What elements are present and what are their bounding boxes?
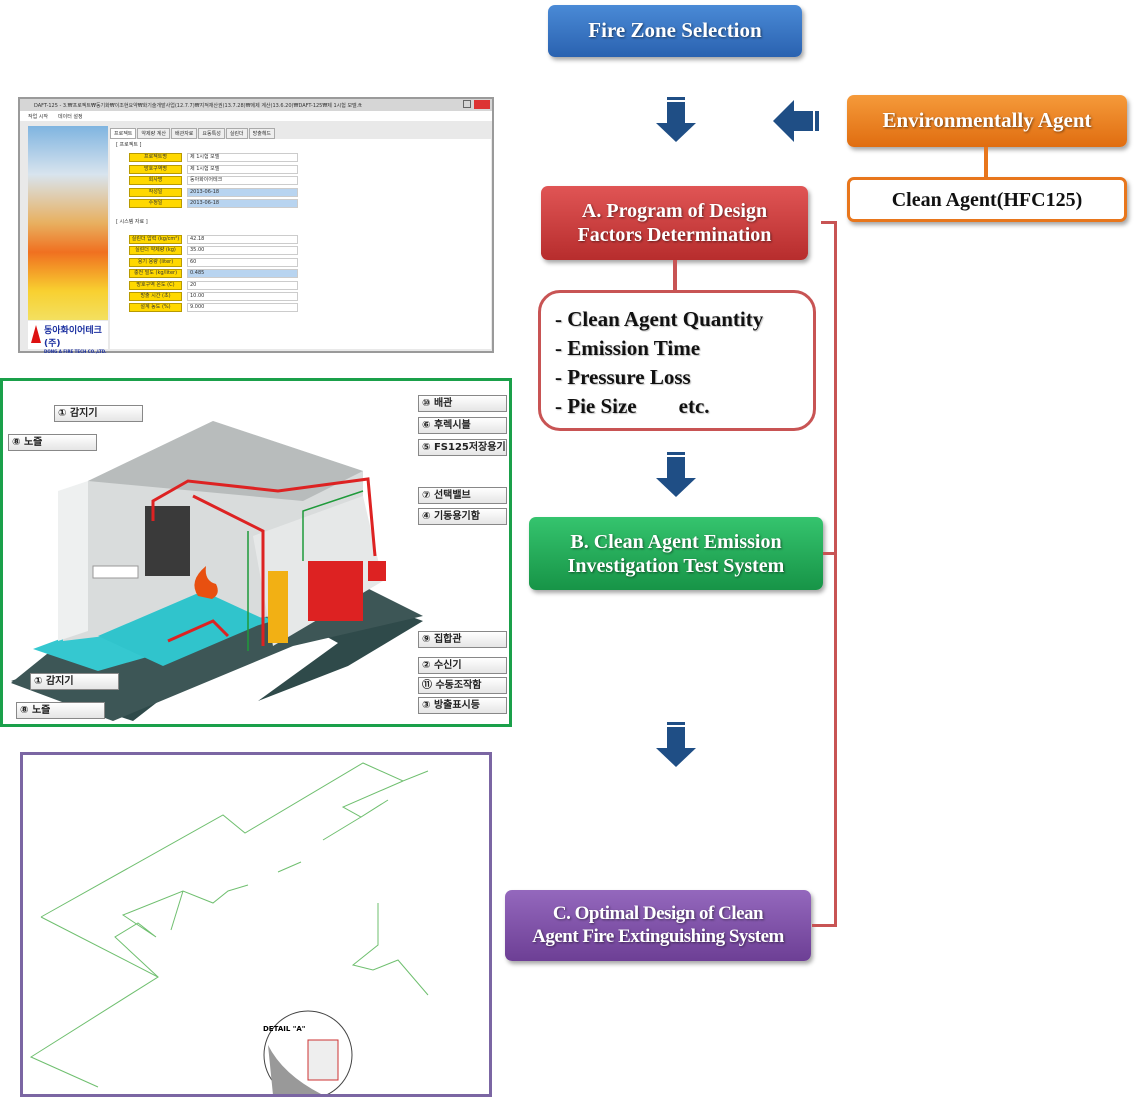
field-input[interactable]: 10.00 — [187, 292, 298, 301]
tab-project[interactable]: 프로젝트 — [110, 128, 137, 139]
step-b-box: B. Clean Agent Emission Investigation Te… — [529, 517, 823, 590]
step-b-line-1: B. Clean Agent Emission — [570, 530, 782, 553]
field-input[interactable]: 9.000 — [187, 303, 298, 312]
feedback-bracket — [823, 552, 837, 555]
component-label: ⑩ 배관 — [418, 395, 507, 412]
component-label: ⑤ FS125저장용기 — [418, 439, 507, 456]
feedback-bracket — [812, 924, 837, 927]
arrow-down-icon — [656, 452, 696, 497]
field-label: 충전 밀도 (kg/liter) — [129, 269, 182, 278]
tab-flow[interactable]: 요동특성 — [198, 128, 225, 139]
field-input[interactable]: 42.18 — [187, 235, 298, 244]
test-system-diagram: ① 감지기 ⑧ 노즐 ⑩ 배관 ⑥ 후렉시블 ⑤ FS125저장용기 ⑦ 선택밸브 ④ 기동… — [0, 378, 512, 727]
piping-lines: DETAIL "A" — [29, 762, 429, 1094]
component-label: ① 감지기 — [30, 673, 119, 690]
component-label: ⑦ 선택밸브 — [418, 487, 507, 504]
tab-cylinder[interactable]: 실린더 — [225, 128, 248, 139]
company-logo: 동아화이어테크(주) DONG A FIRE TECH CO.,LTD. — [28, 321, 108, 354]
connector-line — [673, 260, 677, 291]
field-label: 실린더 약제량 (kg) — [129, 246, 182, 255]
step-c-box: C. Optimal Design of Clean Agent Fire Ex… — [505, 890, 811, 961]
menu-data-settings[interactable]: 데이터 설정 — [58, 113, 83, 120]
detail-label: DETAIL "A" — [263, 1025, 305, 1033]
component-label: ⑨ 집합관 — [418, 631, 507, 648]
component-label: ③ 방출표시등 — [418, 697, 507, 714]
arrow-left-icon — [773, 100, 819, 142]
logo-text: 동아화이어테크(주) — [44, 326, 102, 349]
factor-item: - Pressure Loss — [555, 365, 691, 389]
design-program-window: DAFT-125 - 3.₩프로젝트₩동기화₩이조현요약₩화기술개발사업(12.… — [18, 97, 494, 354]
field-label: 용기 용량 (liter) — [129, 258, 182, 267]
field-label: 방출 시간 (초) — [129, 292, 182, 301]
fire-zone-label: Fire Zone Selection — [588, 18, 762, 43]
window-controls — [452, 100, 490, 109]
menu-start[interactable]: 작업 시작 — [28, 113, 48, 120]
environmentally-agent-label: Environmentally Agent — [882, 108, 1092, 133]
field-input[interactable]: 2013-06-18 — [187, 188, 298, 197]
step-c-line-2: Agent Fire Extinguishing System — [532, 925, 784, 947]
tab-bar: 프로젝트 약제량 계산 배관자료 요동특성 실린더 방출헤드 — [110, 128, 276, 139]
tab-agent-quantity[interactable]: 약제량 계산 — [137, 128, 170, 139]
field-input[interactable]: 20 — [187, 281, 298, 290]
field-input[interactable]: 제 1시험 모델 — [187, 165, 298, 174]
arrow-down-icon — [656, 722, 696, 767]
field-label: 방호구역명 — [129, 165, 182, 174]
field-input[interactable]: 제 1시험 모델 — [187, 153, 298, 162]
factor-item: - Clean Agent Quantity — [555, 307, 764, 331]
volume-select[interactable]: 60 — [187, 258, 298, 267]
field-input[interactable]: 0.485 — [187, 269, 298, 278]
clean-agent-label: Clean Agent(HFC125) — [891, 188, 1083, 211]
logo-subtext: DONG A FIRE TECH CO.,LTD. — [44, 349, 107, 354]
tab-piping[interactable]: 배관자료 — [171, 128, 198, 139]
component-label: ④ 기동용기함 — [418, 508, 507, 525]
factor-item: - Emission Time — [555, 336, 701, 360]
fire-zone-selection-box: Fire Zone Selection — [548, 5, 802, 57]
step-a-box: A. Program of Design Factors Determinati… — [541, 186, 808, 260]
feedback-bracket — [834, 221, 837, 927]
field-input[interactable]: 2013-06-18 — [187, 199, 298, 208]
piping-isometric-drawing: DETAIL "A" — [20, 752, 492, 1097]
maximize-icon[interactable] — [463, 100, 471, 108]
step-a-line-1: A. Program of Design — [581, 200, 768, 222]
field-label: 실린더 압력 (kg/cm²) — [129, 235, 182, 244]
step-b-line-2: Investigation Test System — [567, 554, 785, 577]
field-label: 프로젝트명 — [129, 153, 182, 162]
field-label: 방호구역 온도 (C) — [129, 281, 182, 290]
section-system: [ 시스템 자료 ] — [116, 219, 148, 225]
design-factors-list: - Clean Agent Quantity - Emission Time -… — [538, 290, 816, 431]
arrow-down-icon — [656, 97, 696, 142]
component-label: ⑧ 노즐 — [8, 434, 97, 451]
clean-agent-box: Clean Agent(HFC125) — [847, 177, 1127, 222]
field-input[interactable]: 35.00 — [187, 246, 298, 255]
component-label: ① 감지기 — [54, 405, 143, 422]
factor-item: - Pie Size etc. — [555, 394, 710, 418]
field-label: 설계 농도 (%) — [129, 303, 182, 312]
field-label: 수정일 — [129, 199, 182, 208]
connector-line — [984, 147, 988, 178]
section-project: [ 프로젝트 ] — [116, 142, 142, 148]
menu-bar: 작업 시작 데이터 설정 — [20, 111, 492, 121]
minimize-icon[interactable] — [452, 100, 460, 108]
component-label: ⑥ 후렉시블 — [418, 417, 507, 434]
step-a-line-2: Factors Determination — [577, 224, 772, 246]
fire-image — [28, 126, 108, 320]
component-label: ⑪ 수동조작함 — [418, 677, 507, 694]
step-c-line-1: C. Optimal Design of Clean — [552, 902, 764, 924]
environmentally-agent-box: Environmentally Agent — [847, 95, 1127, 147]
component-label: ⑧ 노즐 — [16, 702, 105, 719]
field-label: 회사명 — [129, 176, 182, 185]
tab-nozzle[interactable]: 방출헤드 — [248, 128, 276, 139]
field-label: 작성일 — [129, 188, 182, 197]
window-title: DAFT-125 - 3.₩프로젝트₩동기화₩이조현요약₩화기술개발사업(12.… — [20, 99, 492, 111]
field-input[interactable]: 동아화이어테크 — [187, 176, 298, 185]
close-icon[interactable] — [474, 100, 490, 109]
component-label: ② 수신기 — [418, 657, 507, 674]
